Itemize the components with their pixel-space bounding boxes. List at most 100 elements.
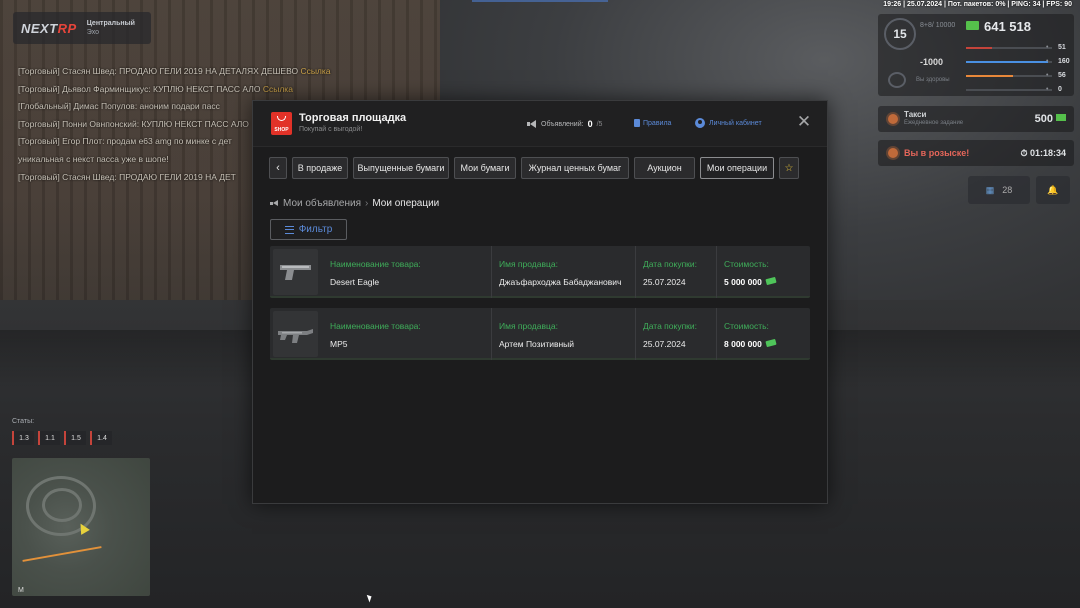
taxi-icon: [888, 114, 898, 124]
sliders-icon: [284, 225, 294, 234]
cost-value: 5 000 000: [724, 276, 777, 287]
stat-bar: [966, 75, 1052, 77]
megaphone-icon: [527, 120, 537, 128]
shop-logo-icon: SHOP: [271, 112, 292, 135]
operation-cost-column: Стоимость: 5 000 000: [716, 246, 810, 298]
stat-bar: [966, 61, 1052, 63]
item-label: Наименование товара:: [330, 259, 421, 269]
ads-counter: Объявлений: 0/5: [527, 119, 602, 129]
calendar-button[interactable]: ▦ 28: [968, 176, 1030, 204]
tab-3[interactable]: Журнал ценных бумаг: [521, 157, 629, 179]
minimap-marker: M: [18, 587, 24, 594]
tab-4[interactable]: Аукцион: [634, 157, 695, 179]
breadcrumb: Мои объявления › Мои операции: [270, 198, 439, 209]
hud-stats-panel: 15 8+8/ 10000 641 518 -1000 Вы здоровы •…: [878, 14, 1074, 96]
cash-icon: [765, 338, 777, 348]
stat-chip: 1.3: [12, 431, 34, 445]
marketplace-tabs: ‹ В продаже Выпущенные бумаги Мои бумаги Жу…: [269, 157, 799, 179]
chat-link[interactable]: Ссылка: [300, 66, 330, 76]
stat-value: 56: [1058, 72, 1066, 79]
debt-display: -1000: [920, 57, 944, 67]
operation-card[interactable]: Наименование товара: MP5 Имя продавца: Арте…: [270, 308, 810, 360]
operation-seller-column: Имя продавца: Джаъфарходжа Бабаджанович: [491, 246, 635, 298]
cabinet-link[interactable]: Личный кабинет: [695, 118, 762, 128]
tab-1[interactable]: Выпущенные бумаги: [353, 157, 449, 179]
document-icon: [634, 119, 640, 127]
task-title: Такси: [904, 110, 927, 119]
cost-label: Стоимость:: [724, 321, 769, 331]
date-value: 25.07.2024: [643, 277, 686, 287]
filter-button[interactable]: Фильтр: [270, 219, 347, 240]
stat-bar: [966, 47, 1052, 49]
wanted-timer: ⏱ 01:18:34: [1020, 147, 1066, 158]
marketplace-header: SHOP Торговая площадка Покупай с выгодой…: [253, 101, 827, 147]
user-icon: [695, 118, 705, 128]
tab-0[interactable]: В продаже: [292, 157, 348, 179]
chat-line: [Торговый] Дьявол Фарминщикус: КУПЛЮ НЕК…: [18, 83, 293, 94]
stats-label: Статы:: [12, 418, 35, 425]
operation-seller-column: Имя продавца: Артем Позитивный: [491, 308, 635, 360]
food-icon: •: [1046, 58, 1049, 65]
close-icon[interactable]: ✕: [794, 112, 814, 132]
cost-value: 8 000 000: [724, 338, 777, 349]
server-name: Центральный Эхо: [86, 20, 135, 36]
stat-chip: 1.5: [64, 431, 86, 445]
stat-bar: [966, 89, 1052, 91]
health-status: Вы здоровы: [916, 77, 950, 83]
marketplace-title: Торговая площадка: [299, 112, 407, 124]
breadcrumb-current: Мои операции: [372, 198, 440, 209]
favorites-star-icon[interactable]: ☆: [779, 157, 799, 179]
armor-icon: •: [1046, 86, 1049, 93]
date-value: 25.07.2024: [643, 339, 686, 349]
task-reward: 500: [1035, 113, 1074, 125]
chat-link[interactable]: Ссылка: [263, 84, 293, 94]
operation-card[interactable]: Наименование товара: Desert Eagle Имя прод…: [270, 246, 810, 298]
notifications-button[interactable]: 🔔: [1036, 176, 1070, 204]
operation-date-column: Дата покупки: 25.07.2024: [635, 308, 716, 360]
cash-icon: [765, 276, 777, 286]
wanted-row: Вы в розыске! ⏱ 01:18:34: [878, 140, 1074, 166]
megaphone-icon: [270, 200, 279, 207]
stat-value: 0: [1058, 86, 1062, 93]
seller-value: Джаъфарходжа Бабаджанович: [499, 277, 622, 287]
hud-quick-icons: ▦ 28 🔔: [968, 176, 1070, 204]
stat-value: 51: [1058, 44, 1066, 51]
stat-value: 160: [1058, 58, 1070, 65]
seller-label: Имя продавца:: [499, 321, 558, 331]
marketplace-window: SHOP Торговая площадка Покупай с выгодой…: [252, 100, 828, 504]
task-subtitle: Ежедневное задание: [904, 120, 964, 126]
tab-2[interactable]: Мои бумаги: [454, 157, 516, 179]
operation-item-column: Наименование товара: Desert Eagle: [323, 246, 491, 298]
heart-icon: [888, 72, 906, 88]
status-bar: 19:26 | 25.07.2024 | Пот. пакетов: 0% | …: [883, 1, 1072, 8]
breadcrumb-parent[interactable]: Мои объявления: [283, 198, 361, 209]
rules-link[interactable]: Правила: [634, 119, 671, 127]
money-display: 641 518: [966, 19, 1031, 34]
minimap: M: [12, 458, 150, 596]
water-icon: •: [1046, 72, 1049, 79]
item-value: MP5: [330, 339, 348, 349]
stat-chip: 1.4: [90, 431, 112, 445]
date-label: Дата покупки:: [643, 259, 698, 269]
chat-line: [Торговый] Стасян Швед: ПРОДАЮ ГЕЛИ 2019…: [18, 66, 331, 76]
server-logo: NEXTRP Центральный Эхо: [13, 12, 151, 44]
map-road: [42, 488, 82, 522]
stats-values: 1.3 1.1 1.5 1.4: [12, 431, 112, 445]
brand-logo: NEXTRP: [21, 20, 77, 36]
wanted-label: Вы в розыске!: [904, 148, 970, 158]
seller-label: Имя продавца:: [499, 259, 558, 269]
date-label: Дата покупки:: [643, 321, 698, 331]
top-progress-line: [472, 0, 608, 2]
gps-route: [22, 546, 102, 562]
operation-item-column: Наименование товара: MP5: [323, 308, 491, 360]
item-label: Наименование товара:: [330, 321, 421, 331]
chevron-right-icon: ›: [365, 198, 369, 209]
item-value: Desert Eagle: [330, 277, 380, 287]
tab-5[interactable]: Мои операции: [700, 157, 774, 179]
back-button[interactable]: ‹: [269, 157, 287, 179]
wanted-icon: [888, 148, 898, 158]
operation-date-column: Дата покупки: 25.07.2024: [635, 246, 716, 298]
operation-cost-column: Стоимость: 8 000 000: [716, 308, 810, 360]
daily-task-row[interactable]: Такси Ежедневное задание 500: [878, 106, 1074, 132]
seller-value: Артем Позитивный: [499, 339, 575, 349]
